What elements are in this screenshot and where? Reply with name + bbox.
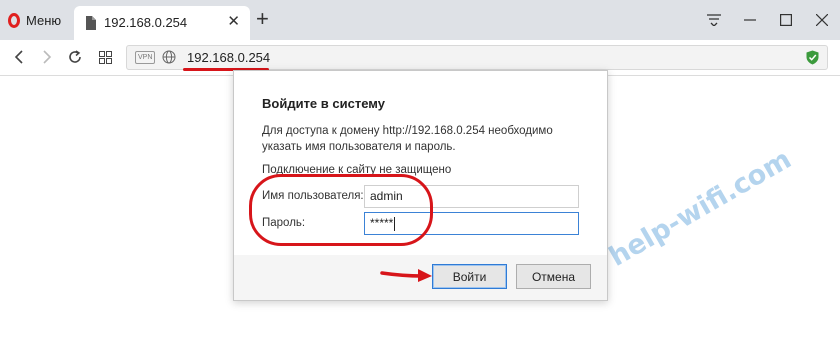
menu-button[interactable]: Меню [8, 11, 61, 29]
maximize-icon[interactable] [768, 0, 804, 40]
close-window-icon[interactable] [804, 0, 840, 40]
page-icon [86, 16, 96, 30]
watermark: help-wifi.com [604, 143, 797, 273]
tab-title: 192.168.0.254 [104, 15, 188, 30]
shield-check-icon[interactable] [806, 50, 819, 65]
url-text[interactable]: 192.168.0.254 [187, 50, 270, 65]
dialog-description: Для доступа к домену http://192.168.0.25… [262, 125, 553, 153]
reload-icon[interactable] [64, 46, 86, 68]
pointer-arrow-icon [380, 269, 432, 282]
forward-icon[interactable] [36, 46, 58, 68]
opera-logo-icon [8, 12, 20, 28]
auth-dialog: Войдите в систему Для доступа к домену h… [233, 70, 608, 301]
dialog-body: Войдите в систему Для доступа к домену h… [234, 71, 607, 255]
globe-icon [162, 50, 176, 64]
new-tab-button[interactable]: + [256, 7, 269, 31]
vpn-badge[interactable]: VPN [135, 51, 156, 64]
credentials-highlight-ellipse [249, 174, 433, 246]
back-icon[interactable] [8, 46, 30, 68]
speed-dial-icon[interactable] [94, 46, 116, 68]
login-button[interactable]: Войти [432, 264, 507, 289]
browser-tab[interactable]: 192.168.0.254 ✕ [74, 6, 250, 40]
dialog-title: Войдите в систему [262, 96, 385, 111]
address-bar[interactable]: VPN 192.168.0.254 [126, 45, 828, 71]
cancel-button[interactable]: Отмена [516, 264, 591, 289]
tab-menu-icon[interactable] [696, 0, 732, 40]
menu-label: Меню [26, 12, 62, 28]
minimize-icon[interactable] [732, 0, 768, 40]
tab-close-icon[interactable]: ✕ [227, 14, 240, 30]
tab-strip: Меню 192.168.0.254 ✕ + [0, 0, 840, 40]
